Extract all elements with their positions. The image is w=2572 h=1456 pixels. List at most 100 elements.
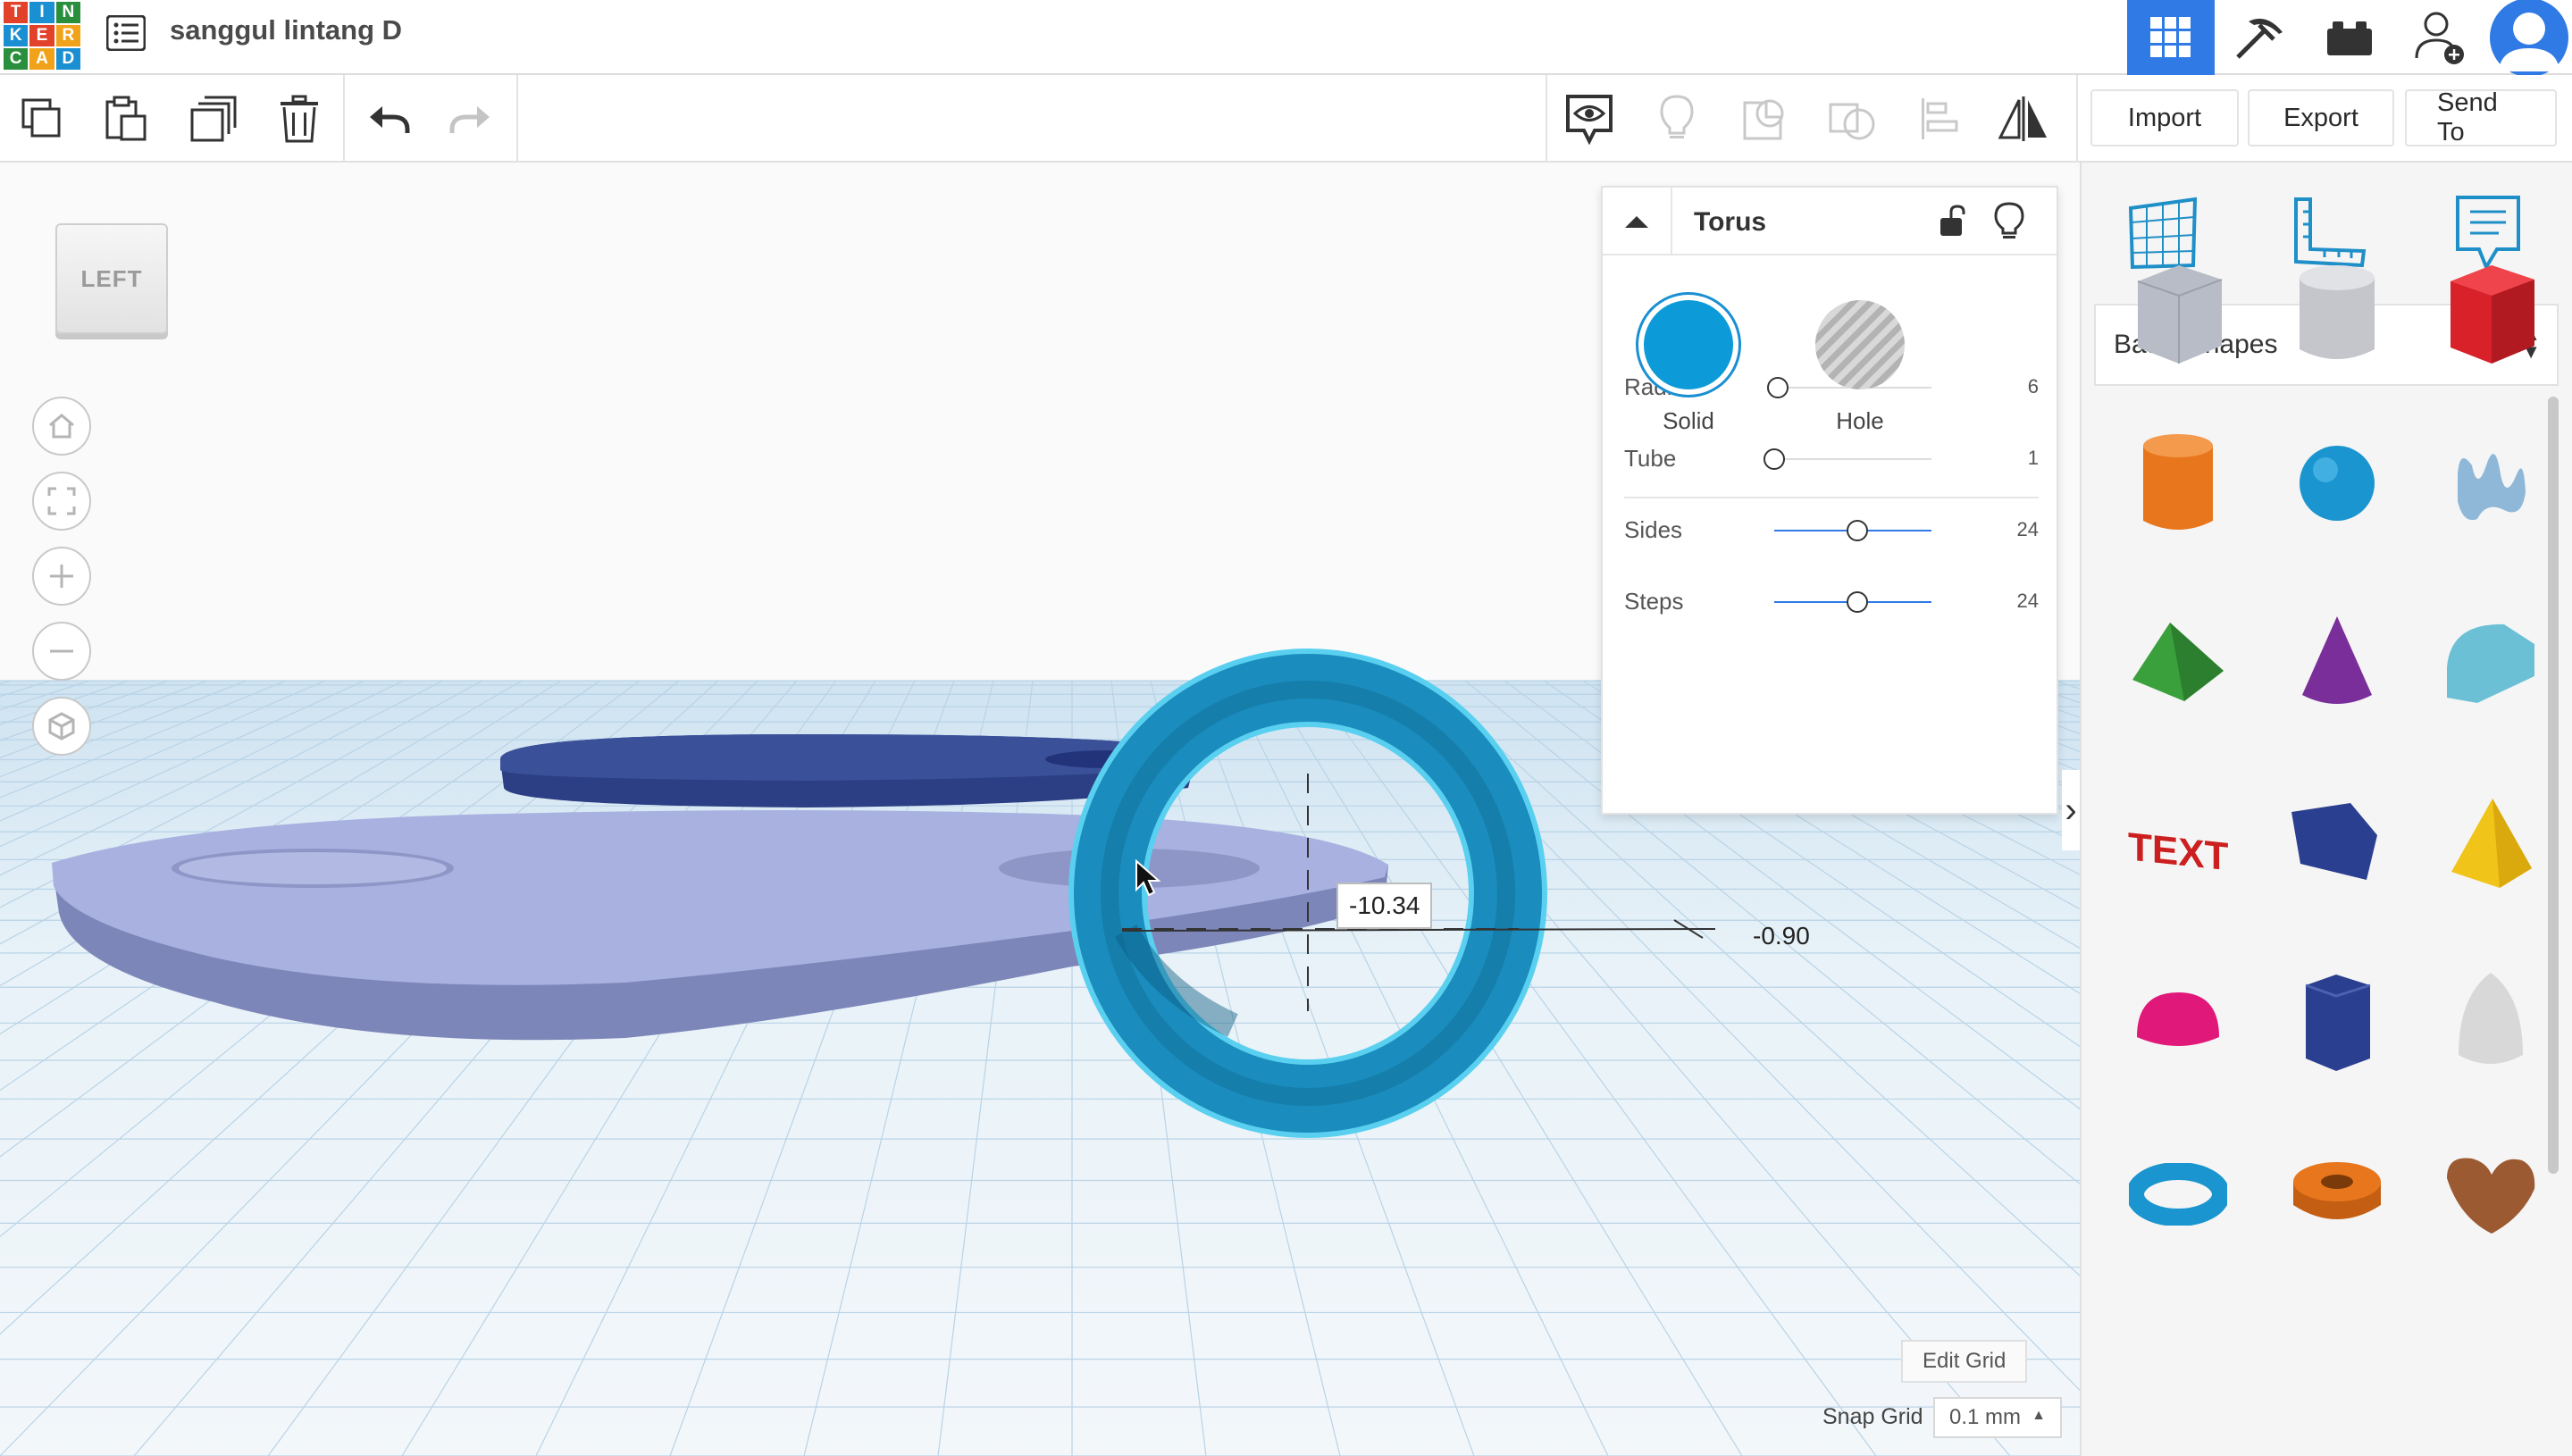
user-avatar-icon[interactable] [2486, 0, 2572, 75]
heart-shape[interactable] [2437, 1136, 2544, 1252]
tinkercad-logo[interactable]: TIN KER CAD [4, 2, 80, 70]
param-slider[interactable] [1764, 448, 1931, 470]
send-to-button[interactable]: Send To [2405, 88, 2557, 146]
top-bar: TIN KER CAD sanggul lintang D [0, 0, 2572, 75]
scribble-shape[interactable] [2437, 425, 2544, 541]
mirror-icon[interactable] [1996, 91, 2051, 146]
param-steps: Steps 24 [1624, 584, 2039, 620]
text-shape[interactable]: TEXT [2124, 786, 2232, 902]
redo-icon[interactable] [443, 91, 498, 146]
shapes-scrollbar[interactable] [2548, 397, 2559, 1174]
logo-letter: R [55, 25, 80, 46]
caret-up-icon: ▲ [2032, 1408, 2046, 1423]
sphere-shape[interactable] [2283, 425, 2391, 541]
toolbar-separator [2076, 75, 2078, 163]
perspective-icon[interactable] [32, 697, 91, 756]
import-button[interactable]: Import [2090, 89, 2239, 146]
logo-letter: I [29, 2, 54, 23]
logo-letter: C [4, 48, 29, 70]
hole-label: Hole [1836, 407, 1884, 434]
box-shape[interactable] [2437, 255, 2544, 372]
undo-icon[interactable] [361, 91, 416, 146]
torus-shape[interactable] [2124, 1136, 2232, 1252]
list-icon[interactable] [102, 9, 150, 57]
unlock-icon[interactable] [1935, 204, 1971, 239]
inspector-header: Torus [1603, 188, 2057, 255]
export-button[interactable]: Export [2248, 89, 2394, 146]
cone-shape[interactable] [2283, 604, 2391, 720]
solid-option[interactable]: Solid [1635, 300, 1742, 435]
logo-letter: A [29, 48, 54, 70]
logo-letter: E [29, 25, 54, 46]
hole-swatch[interactable] [1815, 300, 1905, 389]
slider-thumb[interactable] [1766, 377, 1789, 398]
ungroup-icon[interactable] [1824, 91, 1880, 146]
collapse-chevron-icon[interactable] [1603, 188, 1672, 255]
toolbar-separator [516, 75, 518, 163]
param-tube: Tube 1 [1624, 441, 2039, 477]
notes-eye-icon[interactable] [1562, 91, 1617, 146]
param-value[interactable]: 24 [2017, 518, 2039, 541]
dimension-y-value[interactable]: -0.90 [1740, 913, 1822, 959]
svg-text:TEXT: TEXT [2128, 825, 2228, 875]
home-icon[interactable] [32, 397, 91, 456]
logo-letter: D [55, 48, 80, 70]
logo-letter: T [4, 2, 29, 23]
snap-grid-label: Snap Grid [1822, 1404, 1923, 1429]
toolbar: Import Export Send To [0, 75, 2572, 163]
fit-view-icon[interactable] [32, 472, 91, 531]
pickaxe-icon[interactable] [2216, 0, 2304, 75]
add-user-icon[interactable] [2397, 0, 2484, 75]
snap-grid-value: 0.1 mm [1949, 1405, 2022, 1429]
polygon-shape[interactable] [2283, 965, 2391, 1081]
bulb-icon[interactable] [1649, 91, 1705, 146]
design-title[interactable]: sanggul lintang D [170, 14, 402, 46]
slider-thumb[interactable] [1847, 520, 1869, 541]
wedge-shape[interactable] [2283, 786, 2391, 902]
cylinder-shape[interactable] [2124, 425, 2232, 541]
paste-icon[interactable] [98, 91, 154, 146]
param-value[interactable]: 6 [2028, 375, 2039, 398]
group-icon[interactable] [1737, 91, 1792, 146]
param-value[interactable]: 1 [2028, 447, 2039, 470]
slider-thumb[interactable] [1847, 591, 1869, 613]
box-hole-shape[interactable] [2124, 255, 2232, 372]
param-label: Tube [1624, 445, 1677, 472]
toolbar-separator [1546, 75, 1547, 163]
hole-option[interactable]: Hole [1806, 300, 1914, 435]
roof-shape[interactable] [2124, 604, 2232, 720]
param-label: Sides [1624, 516, 1683, 543]
shapes-panel: Basic Shapes ▲▼ TEXT [2080, 163, 2572, 1456]
toolbar-separator [343, 75, 345, 163]
param-slider[interactable] [1774, 591, 1931, 613]
shape-inspector: Torus Radius 6 Tube 1 Sides 24 Steps 24 [1601, 186, 2058, 815]
shape-name[interactable]: Torus [1694, 207, 1766, 238]
tube-shape[interactable] [2283, 1136, 2391, 1252]
param-value[interactable]: 24 [2017, 590, 2039, 613]
param-slider[interactable] [1774, 520, 1931, 541]
hide-bulb-icon[interactable] [1994, 202, 2030, 241]
duplicate-icon[interactable] [186, 91, 241, 146]
zoom-out-icon[interactable] [32, 622, 91, 681]
view-cube[interactable]: LEFT [55, 223, 168, 334]
pyramid-shape[interactable] [2437, 786, 2544, 902]
grid-3d-icon[interactable] [2127, 0, 2215, 75]
slider-thumb[interactable] [1764, 448, 1785, 470]
panel-toggle-chevron-icon[interactable]: › [2062, 770, 2080, 850]
dimension-x-value[interactable]: -10.34 [1336, 883, 1433, 929]
paraboloid-shape[interactable] [2437, 965, 2544, 1081]
solid-swatch[interactable] [1644, 300, 1733, 389]
brick-icon[interactable] [2306, 0, 2393, 75]
trash-icon[interactable] [272, 91, 327, 146]
round-roof-shape[interactable] [2437, 604, 2544, 720]
param-label: Steps [1624, 588, 1684, 615]
zoom-in-icon[interactable] [32, 547, 91, 606]
inspector-divider [1624, 497, 2039, 498]
cylinder-hole-shape[interactable] [2283, 255, 2391, 372]
half-sphere-shape[interactable] [2124, 965, 2232, 1081]
copy-icon[interactable] [14, 91, 70, 146]
snap-grid-select[interactable]: 0.1 mm ▲ [1933, 1397, 2062, 1438]
edit-grid-button[interactable]: Edit Grid [1901, 1340, 2028, 1383]
param-sides: Sides 24 [1624, 513, 2039, 548]
align-icon[interactable] [1912, 91, 1967, 146]
